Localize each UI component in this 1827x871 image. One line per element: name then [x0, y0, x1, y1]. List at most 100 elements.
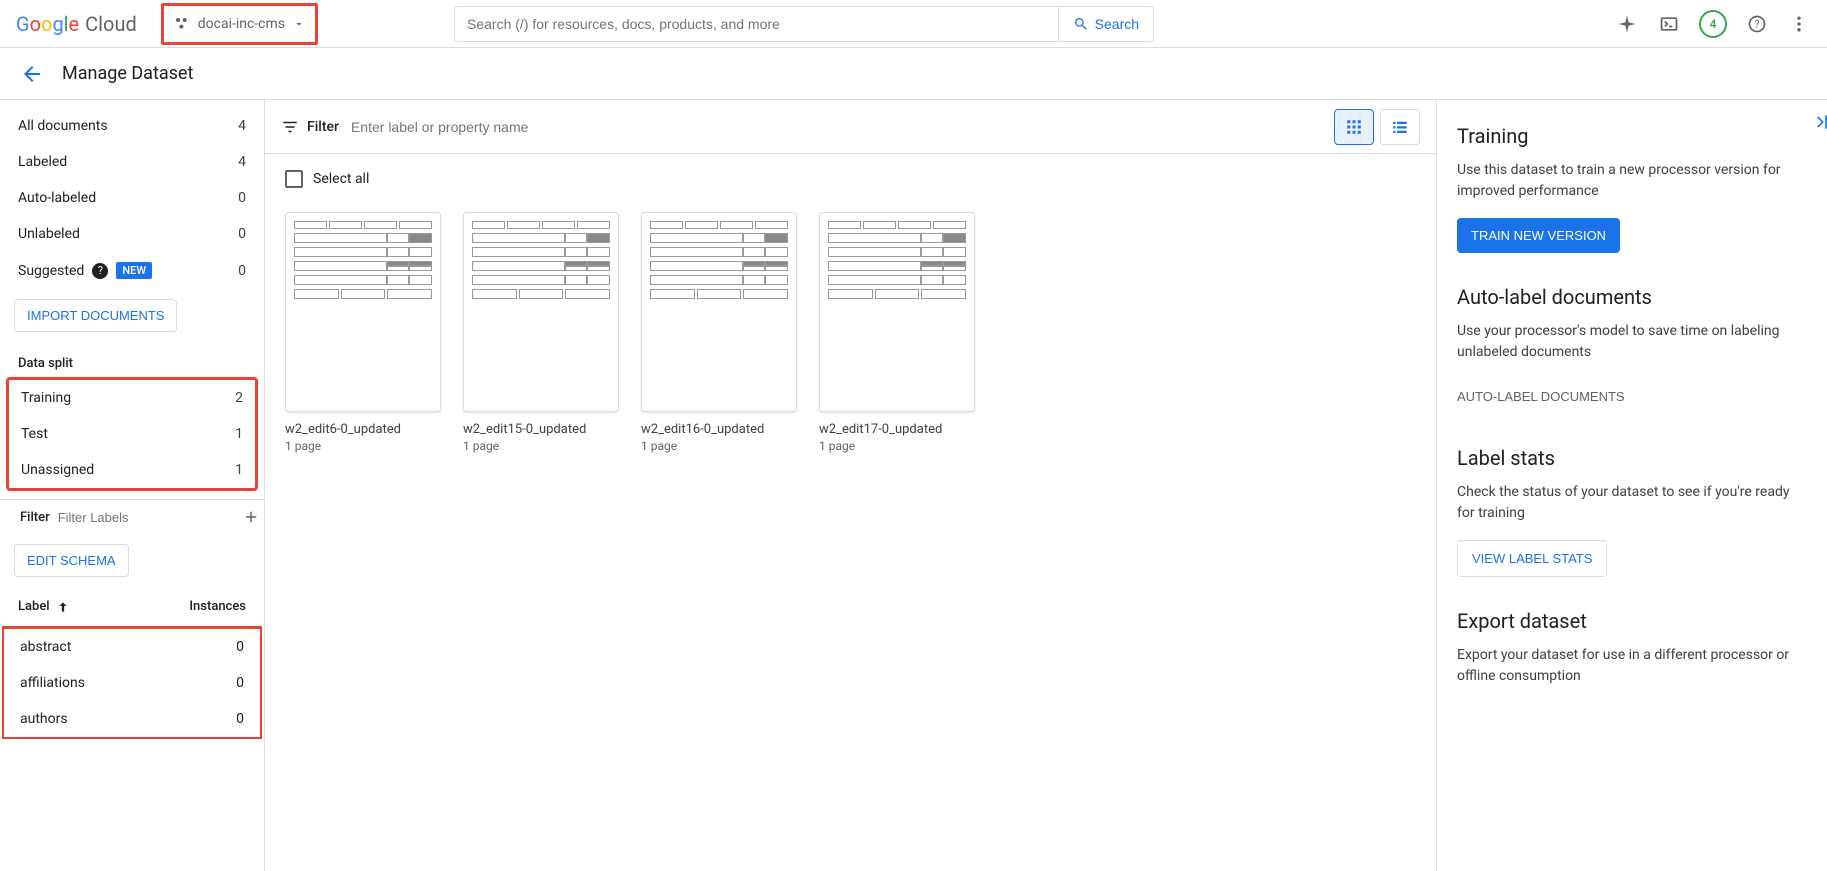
- collapse-panel-icon[interactable]: [1811, 112, 1827, 132]
- document-pages: 1 page: [285, 439, 441, 453]
- label-stats-heading: Label stats: [1457, 446, 1807, 470]
- chevron-down-icon: [293, 18, 305, 30]
- sidebar-count: 4: [238, 154, 246, 170]
- sidebar-count: 0: [238, 226, 246, 242]
- autolabel-text: Use your processor's model to save time …: [1457, 321, 1807, 363]
- document-thumbnail: [463, 212, 619, 412]
- document-grid: w2_edit6-0_updated 1 page w2_edit15-0_up…: [265, 204, 1436, 461]
- edit-schema-button[interactable]: EDIT SCHEMA: [14, 544, 129, 577]
- add-label-icon[interactable]: [242, 508, 260, 526]
- list-view-button[interactable]: [1380, 109, 1420, 145]
- sidebar-count: 1: [235, 426, 243, 442]
- export-heading: Export dataset: [1457, 609, 1807, 633]
- document-thumbnail: [641, 212, 797, 412]
- label-name: affiliations: [20, 675, 85, 691]
- document-card[interactable]: w2_edit17-0_updated 1 page: [819, 212, 975, 453]
- select-all-label: Select all: [313, 171, 369, 187]
- sidebar-label: Auto-labeled: [18, 190, 96, 206]
- sidebar-label: All documents: [18, 118, 108, 134]
- training-section: Training Use this dataset to train a new…: [1457, 124, 1807, 253]
- cloud-shell-icon[interactable]: [1657, 12, 1681, 36]
- label-count: 0: [236, 675, 244, 691]
- import-documents-button[interactable]: IMPORT DOCUMENTS: [14, 299, 177, 332]
- filter-label: Filter: [20, 510, 50, 525]
- select-all-checkbox[interactable]: [285, 170, 303, 188]
- project-picker-highlight: docai-inc-cms: [161, 3, 318, 45]
- sidebar-unassigned[interactable]: Unassigned 1: [9, 452, 255, 488]
- more-menu-icon[interactable]: [1787, 12, 1811, 36]
- label-count: 0: [236, 711, 244, 727]
- label-name: abstract: [20, 639, 71, 655]
- label-table-header: Label Instances: [0, 587, 264, 626]
- help-icon[interactable]: ?: [92, 263, 108, 279]
- sidebar-label: Suggested: [18, 263, 84, 279]
- gemini-icon[interactable]: [1615, 12, 1639, 36]
- auto-label-documents-button[interactable]: AUTO-LABEL DOCUMENTS: [1457, 379, 1625, 414]
- logo[interactable]: Google Cloud: [16, 12, 137, 36]
- sidebar-suggested[interactable]: Suggested ? NEW 0: [0, 252, 264, 289]
- search-icon: [1073, 16, 1089, 32]
- document-pages: 1 page: [641, 439, 797, 453]
- back-button[interactable]: [20, 62, 44, 86]
- train-new-version-button[interactable]: TRAIN NEW VERSION: [1457, 218, 1620, 253]
- training-text: Use this dataset to train a new processo…: [1457, 160, 1807, 202]
- document-name: w2_edit15-0_updated: [463, 422, 619, 437]
- document-pages: 1 page: [463, 439, 619, 453]
- sidebar-auto-labeled[interactable]: Auto-labeled 0: [0, 180, 264, 216]
- label-column-header[interactable]: Label: [18, 599, 50, 614]
- grid-view-button[interactable]: [1334, 109, 1374, 145]
- filter-label: Filter: [307, 119, 339, 135]
- export-text: Export your dataset for use in a differe…: [1457, 645, 1807, 687]
- view-label-stats-button[interactable]: VIEW LABEL STATS: [1457, 540, 1607, 577]
- sidebar-label: Unassigned: [21, 462, 94, 478]
- sidebar-count: 2: [235, 390, 243, 406]
- label-name: authors: [20, 711, 68, 727]
- label-row-abstract[interactable]: abstract 0: [4, 629, 260, 665]
- new-badge: NEW: [116, 262, 152, 279]
- instances-column-header[interactable]: Instances: [189, 599, 246, 614]
- main-pane: Filter Select all: [265, 100, 1437, 871]
- page-title: Manage Dataset: [62, 63, 193, 84]
- document-thumbnail: [819, 212, 975, 412]
- labels-highlight: abstract 0 affiliations 0 authors 0: [2, 626, 262, 739]
- document-name: w2_edit6-0_updated: [285, 422, 441, 437]
- search-bar: Search: [454, 6, 1154, 42]
- sidebar-labeled[interactable]: Labeled 4: [0, 144, 264, 180]
- label-stats-section: Label stats Check the status of your dat…: [1457, 446, 1807, 577]
- label-filter-row: Filter: [0, 499, 264, 534]
- sort-up-icon[interactable]: [56, 600, 70, 614]
- sidebar-test[interactable]: Test 1: [9, 416, 255, 452]
- subheader: Manage Dataset: [0, 48, 1827, 100]
- main-toolbar: Filter: [265, 100, 1436, 154]
- document-card[interactable]: w2_edit6-0_updated 1 page: [285, 212, 441, 453]
- sidebar-count: 1: [235, 462, 243, 478]
- document-card[interactable]: w2_edit15-0_updated 1 page: [463, 212, 619, 453]
- project-picker[interactable]: docai-inc-cms: [164, 6, 315, 42]
- search-button[interactable]: Search: [1058, 6, 1154, 42]
- label-row-affiliations[interactable]: affiliations 0: [4, 665, 260, 701]
- sidebar-training[interactable]: Training 2: [9, 380, 255, 416]
- sidebar-label: Training: [21, 390, 71, 406]
- header-icons: 4 ?: [1615, 10, 1811, 38]
- sidebar-unlabeled[interactable]: Unlabeled 0: [0, 216, 264, 252]
- label-row-authors[interactable]: authors 0: [4, 701, 260, 737]
- document-thumbnail: [285, 212, 441, 412]
- label-filter-input[interactable]: [58, 510, 234, 525]
- document-card[interactable]: w2_edit16-0_updated 1 page: [641, 212, 797, 453]
- sidebar-count: 0: [238, 190, 246, 206]
- sidebar-count: 0: [238, 263, 246, 279]
- search-input[interactable]: [454, 6, 1058, 42]
- data-split-label: Data split: [0, 342, 264, 377]
- filter-icon: [281, 118, 299, 136]
- training-heading: Training: [1457, 124, 1807, 148]
- right-pane: Training Use this dataset to train a new…: [1437, 100, 1827, 871]
- help-icon[interactable]: ?: [1745, 12, 1769, 36]
- notifications-badge[interactable]: 4: [1699, 10, 1727, 38]
- project-icon: [174, 16, 190, 32]
- property-filter-input[interactable]: [351, 119, 1322, 135]
- sidebar-label: Test: [21, 426, 48, 442]
- sidebar: All documents 4 Labeled 4 Auto-labeled 0…: [0, 100, 265, 871]
- data-split-highlight: Training 2 Test 1 Unassigned 1: [6, 377, 258, 491]
- top-header: Google Cloud docai-inc-cms Search 4 ?: [0, 0, 1827, 48]
- sidebar-all-documents[interactable]: All documents 4: [0, 108, 264, 144]
